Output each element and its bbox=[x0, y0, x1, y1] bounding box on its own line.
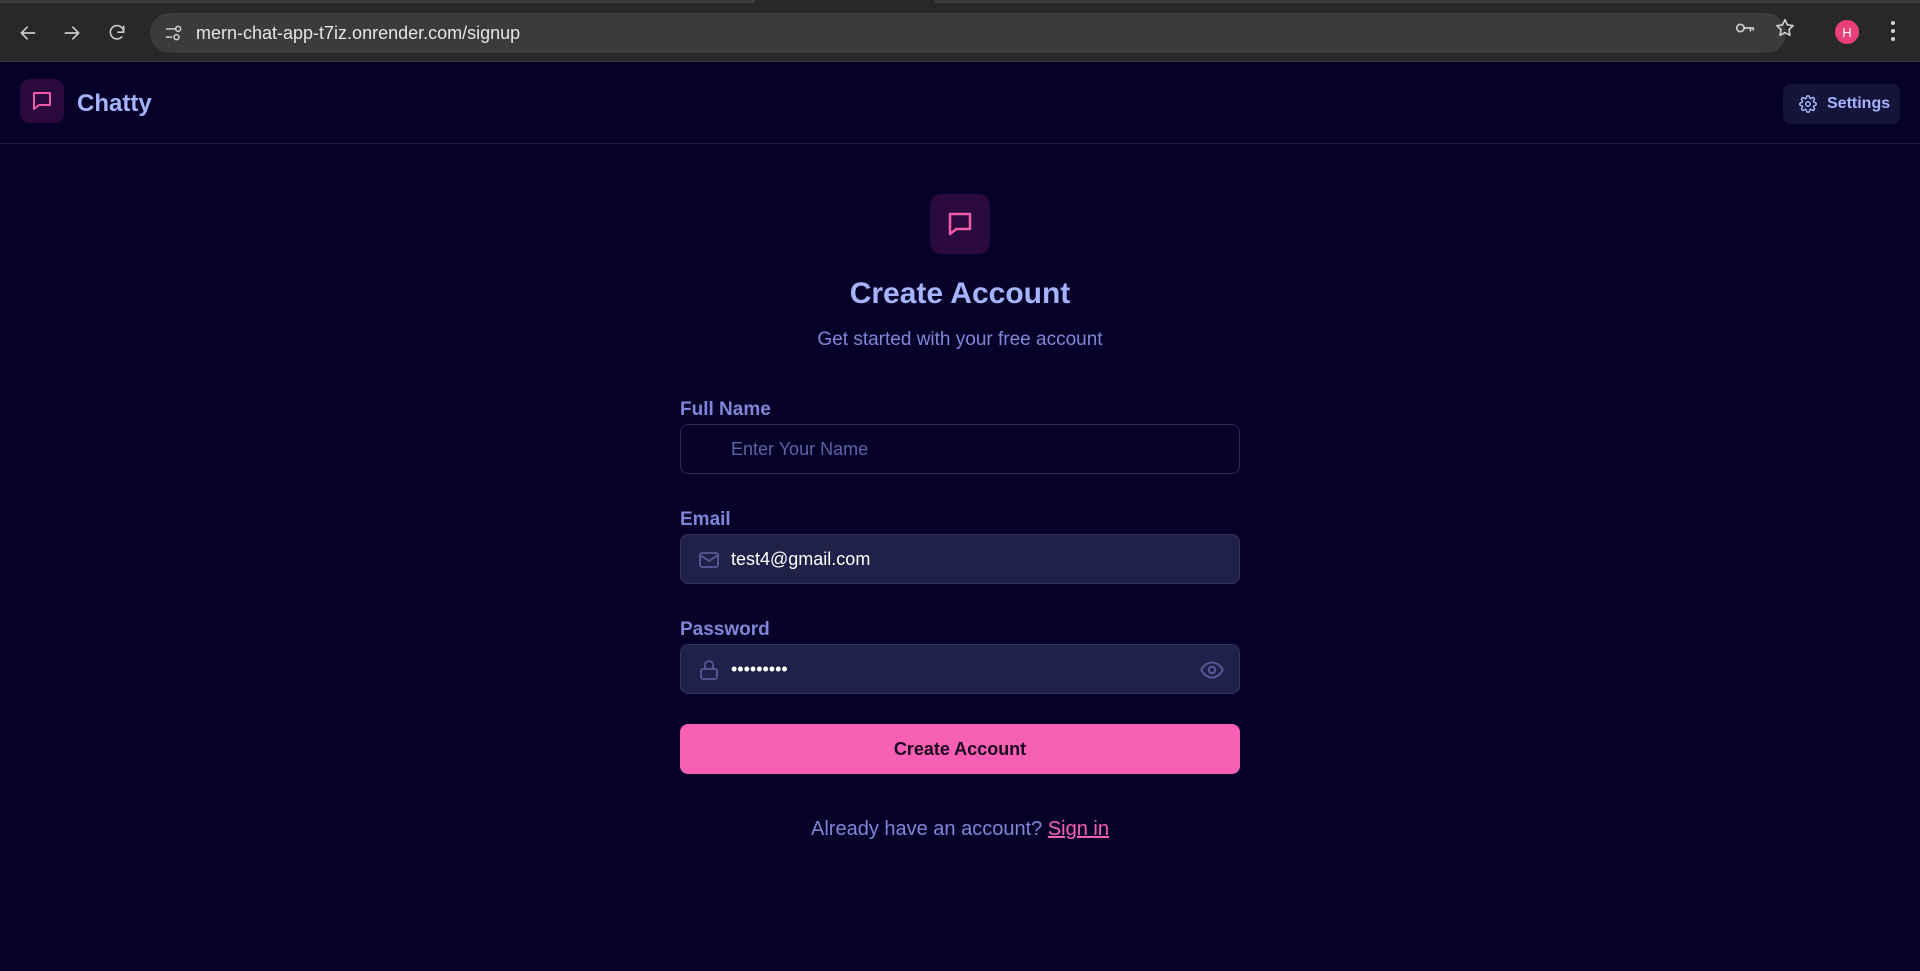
menu-dots-icon[interactable] bbox=[1880, 14, 1906, 48]
reload-button[interactable] bbox=[102, 18, 132, 48]
gear-icon bbox=[1799, 95, 1817, 113]
chat-bubble-icon bbox=[948, 212, 972, 236]
lock-icon bbox=[697, 658, 721, 682]
tab-strip-edge bbox=[935, 0, 1920, 3]
back-icon bbox=[20, 26, 36, 40]
password-input[interactable] bbox=[731, 645, 1181, 693]
email-input[interactable] bbox=[731, 535, 1181, 583]
forward-button[interactable] bbox=[57, 18, 87, 48]
brand-name[interactable]: Chatty bbox=[77, 90, 152, 118]
password-label: Password bbox=[680, 619, 770, 640]
create-account-button[interactable]: Create Account bbox=[680, 724, 1240, 774]
full-name-input[interactable] bbox=[731, 425, 1181, 473]
full-name-label: Full Name bbox=[680, 399, 771, 420]
password-field[interactable] bbox=[680, 644, 1240, 694]
tab-strip-edge bbox=[0, 0, 755, 3]
mail-icon bbox=[697, 548, 721, 572]
password-key-icon bbox=[1735, 23, 1755, 33]
hero-logo bbox=[930, 194, 990, 254]
eye-icon[interactable] bbox=[1199, 657, 1225, 683]
site-settings-icon[interactable] bbox=[164, 23, 184, 43]
back-button[interactable] bbox=[13, 18, 43, 48]
signin-prompt: Already have an account? Sign in bbox=[0, 818, 1920, 841]
browser-toolbar: mern-chat-app-t7iz.onrender.com/signup H bbox=[0, 0, 1920, 62]
settings-button[interactable]: Settings bbox=[1783, 84, 1900, 124]
full-name-field[interactable] bbox=[680, 424, 1240, 474]
forward-icon bbox=[64, 26, 80, 40]
app-header: Chatty Settings bbox=[0, 62, 1920, 144]
signin-prompt-text: Already have an account? bbox=[811, 818, 1043, 840]
page-title: Create Account bbox=[849, 277, 1071, 310]
logo[interactable] bbox=[20, 79, 64, 123]
profile-avatar[interactable]: H bbox=[1835, 20, 1859, 44]
signin-link[interactable]: Sign in bbox=[1048, 818, 1109, 840]
page-subtitle: Get started with your free account bbox=[817, 329, 1103, 350]
url-text[interactable]: mern-chat-app-t7iz.onrender.com/signup bbox=[196, 23, 520, 44]
settings-label: Settings bbox=[1827, 95, 1891, 112]
bookmark-star-icon bbox=[1776, 18, 1794, 37]
bookmark-button[interactable] bbox=[1770, 13, 1800, 43]
email-field[interactable] bbox=[680, 534, 1240, 584]
email-label: Email bbox=[680, 509, 731, 530]
reload-icon bbox=[109, 24, 125, 40]
chat-bubble-icon bbox=[33, 92, 51, 110]
address-bar[interactable]: mern-chat-app-t7iz.onrender.com/signup bbox=[150, 13, 1786, 53]
password-manager-button[interactable] bbox=[1730, 13, 1760, 43]
